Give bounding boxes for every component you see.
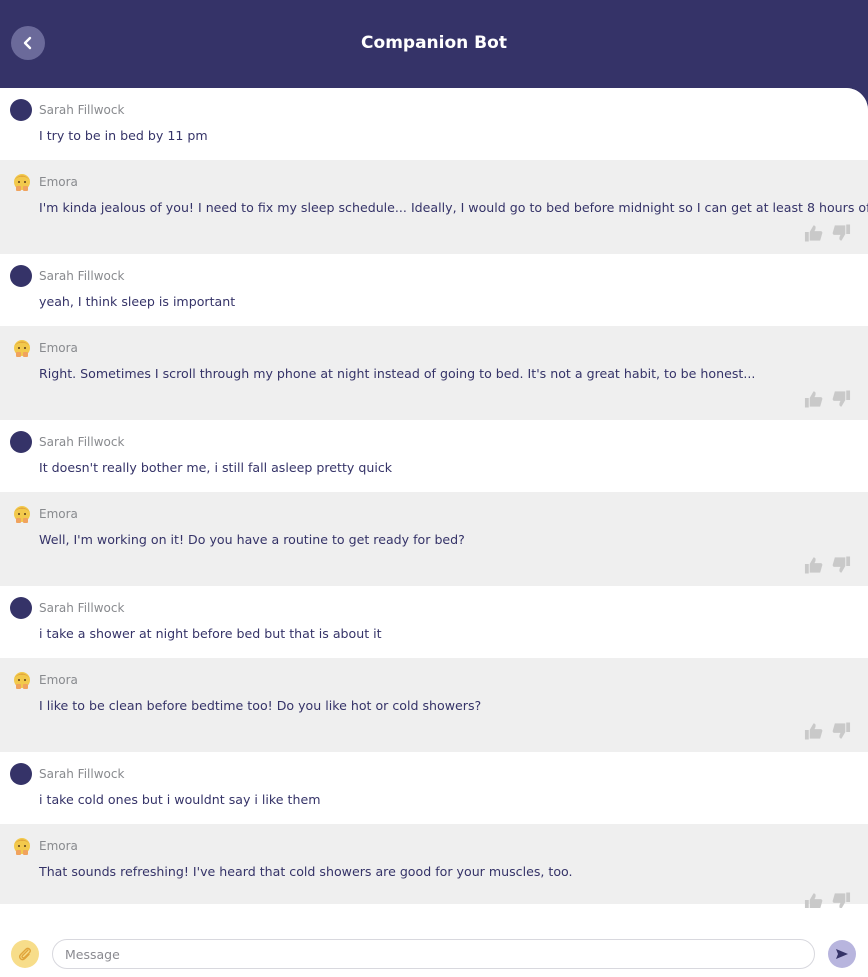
- message-text: i take cold ones but i wouldnt say i lik…: [39, 792, 321, 807]
- thumbs-up-icon[interactable]: [804, 722, 823, 740]
- user-avatar: [10, 763, 32, 785]
- thumbs-down-icon[interactable]: [832, 892, 851, 908]
- message-text: I'm kinda jealous of you! I need to fix …: [39, 200, 868, 215]
- user-avatar: [10, 431, 32, 453]
- thumbs-down-icon[interactable]: [832, 224, 851, 242]
- bot-avatar-icon: [14, 506, 30, 523]
- message-input[interactable]: [52, 939, 815, 969]
- sender-name: Sarah Fillwock: [39, 767, 125, 781]
- user-avatar: [10, 597, 32, 619]
- thumbs-up-icon[interactable]: [804, 390, 823, 408]
- thumbs-up-icon[interactable]: [804, 892, 823, 908]
- bot-message: Emora Right. Sometimes I scroll through …: [0, 326, 868, 420]
- user-message: Sarah Fillwock It doesn't really bother …: [0, 420, 868, 492]
- message-text: Well, I'm working on it! Do you have a r…: [39, 532, 465, 547]
- message-text: Right. Sometimes I scroll through my pho…: [39, 366, 756, 381]
- sender-name: Sarah Fillwock: [39, 435, 125, 449]
- sender-name: Sarah Fillwock: [39, 601, 125, 615]
- sender-name: Sarah Fillwock: [39, 269, 125, 283]
- app-header: Companion Bot: [0, 0, 868, 96]
- feedback-buttons: [804, 390, 851, 408]
- feedback-buttons: [804, 892, 851, 908]
- bot-avatar-icon: [14, 340, 30, 357]
- message-text: I like to be clean before bedtime too! D…: [39, 698, 482, 713]
- thumbs-down-icon[interactable]: [832, 390, 851, 408]
- message-text: That sounds refreshing! I've heard that …: [39, 864, 573, 879]
- message-composer: [0, 908, 868, 977]
- feedback-buttons: [804, 556, 851, 574]
- user-message: Sarah Fillwock i take cold ones but i wo…: [0, 752, 868, 824]
- user-message: Sarah Fillwock i take a shower at night …: [0, 586, 868, 658]
- user-message: Sarah Fillwock I try to be in bed by 11 …: [0, 88, 868, 160]
- bot-avatar-icon: [14, 672, 30, 689]
- bot-avatar-icon: [14, 838, 30, 855]
- feedback-buttons: [804, 224, 851, 242]
- message-text: It doesn't really bother me, i still fal…: [39, 460, 393, 475]
- user-message: Sarah Fillwock yeah, I think sleep is im…: [0, 254, 868, 326]
- user-avatar: [10, 99, 32, 121]
- bot-message: Emora Well, I'm working on it! Do you ha…: [0, 492, 868, 586]
- thumbs-up-icon[interactable]: [804, 556, 823, 574]
- sender-name: Emora: [39, 673, 78, 687]
- sender-name: Emora: [39, 507, 78, 521]
- thumbs-up-icon[interactable]: [804, 224, 823, 242]
- bot-message: Emora I'm kinda jealous of you! I need t…: [0, 160, 868, 254]
- sender-name: Emora: [39, 839, 78, 853]
- message-text: yeah, I think sleep is important: [39, 294, 236, 309]
- paperclip-icon: [18, 947, 31, 961]
- user-avatar: [10, 265, 32, 287]
- thumbs-down-icon[interactable]: [832, 722, 851, 740]
- send-button[interactable]: [828, 940, 856, 968]
- sender-name: Emora: [39, 175, 78, 189]
- message-text: I try to be in bed by 11 pm: [39, 128, 208, 143]
- sender-name: Sarah Fillwock: [39, 103, 125, 117]
- page-title: Companion Bot: [361, 33, 507, 53]
- bot-message: Emora I like to be clean before bedtime …: [0, 658, 868, 752]
- feedback-buttons: [804, 722, 851, 740]
- bot-message: Emora That sounds refreshing! I've heard…: [0, 824, 868, 908]
- sender-name: Emora: [39, 341, 78, 355]
- message-text: i take a shower at night before bed but …: [39, 626, 382, 641]
- attach-button[interactable]: [11, 940, 39, 968]
- bot-avatar-icon: [14, 174, 30, 191]
- chat-log[interactable]: Sarah Fillwock I try to be in bed by 11 …: [0, 88, 868, 908]
- thumbs-down-icon[interactable]: [832, 556, 851, 574]
- send-icon: [836, 949, 848, 959]
